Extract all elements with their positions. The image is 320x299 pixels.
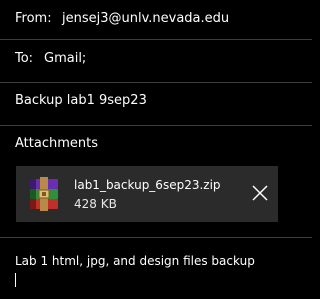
attachment-card[interactable]: lab1_backup_6sep23.zip 428 KB <box>16 166 278 222</box>
divider <box>0 82 312 83</box>
from-label: From: <box>15 11 52 26</box>
from-row: From: jensej3@unlv.nevada.edu <box>0 10 312 34</box>
message-body[interactable]: Lab 1 html, jpg, and design files backup <box>15 254 255 268</box>
to-recipient[interactable]: Gmail; <box>44 51 86 66</box>
subject-field[interactable]: Backup lab1 9sep23 <box>0 93 312 115</box>
winrar-archive-icon <box>30 177 58 211</box>
attachment-filename: lab1_backup_6sep23.zip <box>74 178 221 192</box>
to-label: To: <box>15 51 34 66</box>
divider <box>0 39 312 40</box>
to-row: To: Gmail; <box>0 50 312 72</box>
attachments-label: Attachments <box>15 136 98 151</box>
attachments-header: Attachments <box>0 136 312 156</box>
from-account-selector[interactable]: jensej3@unlv.nevada.edu <box>62 11 229 26</box>
divider <box>0 237 312 238</box>
text-caret <box>15 273 16 287</box>
close-icon[interactable] <box>250 183 270 203</box>
divider <box>0 125 312 126</box>
attachment-size: 428 KB <box>74 197 117 211</box>
subject-text[interactable]: Backup lab1 9sep23 <box>15 93 147 108</box>
